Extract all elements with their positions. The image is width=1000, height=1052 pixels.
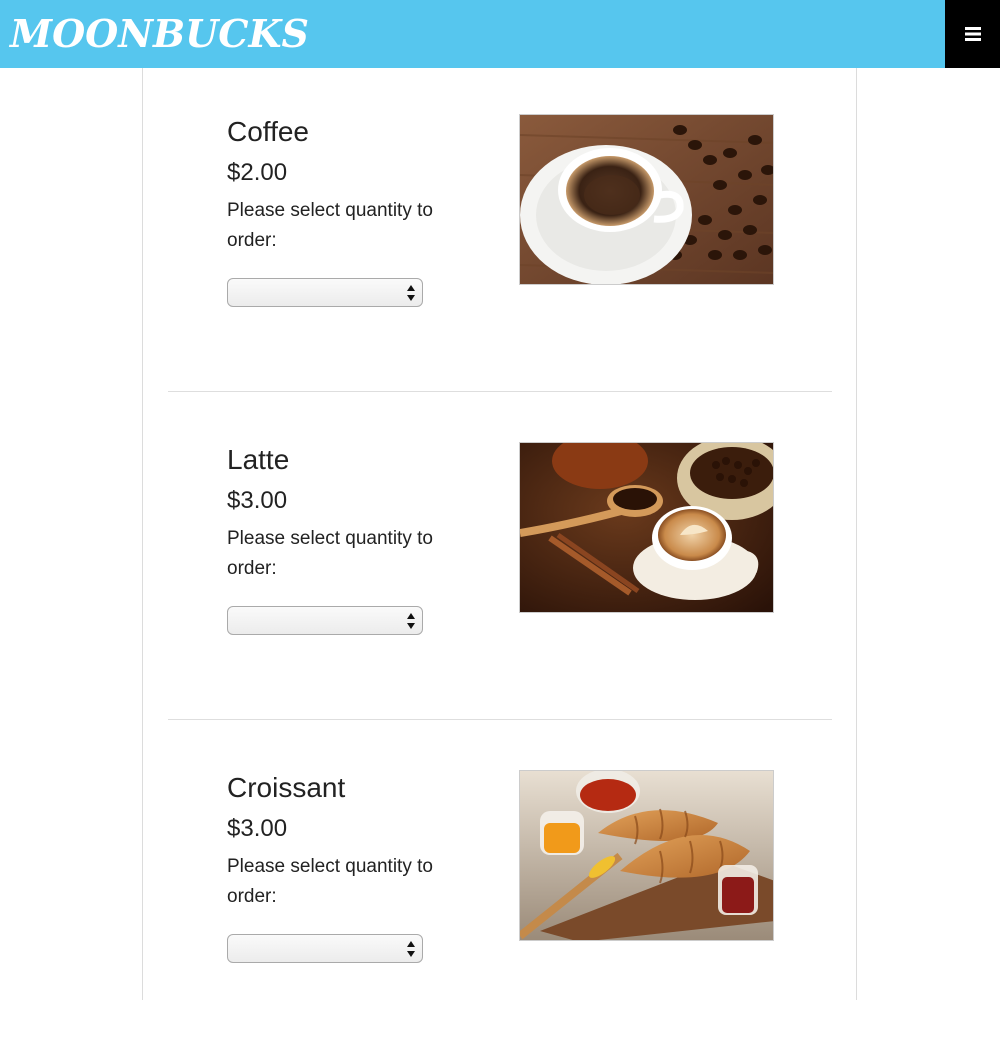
quantity-prompt: Please select quantity to order:: [227, 856, 433, 907]
select-arrows-icon: [407, 613, 415, 629]
product-price: $3.00: [227, 815, 288, 842]
product-price: $2.00: [227, 159, 288, 186]
latte-photo: [519, 442, 774, 613]
quantity-select[interactable]: [227, 606, 423, 635]
product-card-coffee: Coffee $2.00 Please select quantity to o…: [143, 68, 856, 396]
select-arrows-icon: [407, 941, 415, 957]
quantity-select[interactable]: [227, 934, 423, 963]
hamburger-icon: [964, 27, 981, 41]
product-card-latte: Latte $3.00 Please select quantity to or…: [143, 396, 856, 724]
product-name: Coffee: [227, 116, 309, 147]
select-arrows-icon: [407, 285, 415, 301]
section-divider: [168, 719, 832, 720]
brand-logo[interactable]: MOONBUCKS: [10, 8, 309, 60]
navbar: MOONBUCKS: [0, 0, 1000, 68]
menu-button[interactable]: [945, 0, 1000, 68]
quantity-prompt: Please select quantity to order:: [227, 200, 433, 251]
section-divider: [168, 391, 832, 392]
quantity-prompt: Please select quantity to order:: [227, 528, 433, 579]
product-price: $3.00: [227, 487, 288, 514]
product-name: Latte: [227, 444, 290, 475]
quantity-select[interactable]: [227, 278, 423, 307]
product-list: Coffee $2.00 Please select quantity to o…: [142, 68, 857, 1000]
product-card-croissant: Croissant $3.00 Please select quantity t…: [143, 724, 856, 1052]
croissant-photo: [519, 770, 774, 941]
coffee-photo: [519, 114, 774, 285]
product-name: Croissant: [227, 772, 346, 803]
